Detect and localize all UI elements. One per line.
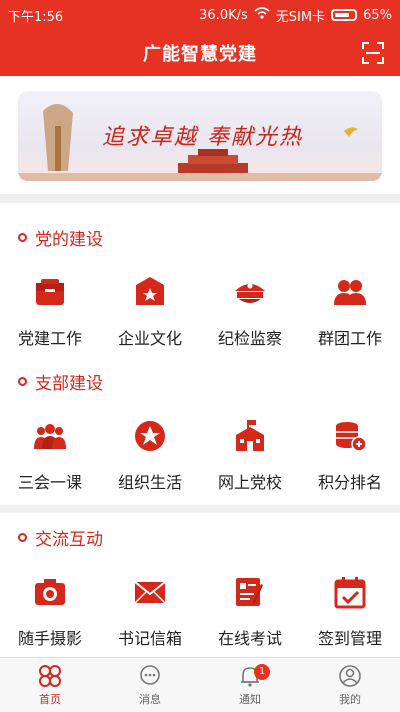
tab-label: 我的 bbox=[339, 692, 361, 706]
menu-item-label: 企业文化 bbox=[117, 329, 182, 348]
star-circle-icon bbox=[135, 421, 165, 451]
menu-item[interactable]: 纪检监察 bbox=[200, 275, 300, 349]
tab-label: 消息 bbox=[139, 692, 161, 706]
meeting-icon bbox=[34, 424, 66, 449]
menu-item[interactable]: 党建工作 bbox=[0, 275, 100, 349]
network-speed: 36.0K/s bbox=[199, 7, 248, 23]
section-dot-icon bbox=[18, 377, 27, 386]
calendar-check-icon bbox=[334, 577, 366, 609]
menu-item[interactable]: 组织生活 bbox=[100, 419, 200, 493]
tab-label: 通知 bbox=[239, 692, 261, 706]
menu-item-label: 三会一课 bbox=[17, 473, 82, 492]
user-icon bbox=[339, 664, 361, 687]
page-title: 广能智慧党建 bbox=[143, 44, 257, 65]
briefcase-icon bbox=[36, 279, 64, 305]
section-branch-building: 支部建设 三会一课 组织生活 网上党校 积分排名 bbox=[0, 357, 400, 505]
sim-status: 无SIM卡 bbox=[275, 9, 326, 25]
menu-item[interactable]: 群团工作 bbox=[300, 275, 400, 349]
group-icon bbox=[334, 280, 366, 305]
section-dot-icon bbox=[18, 533, 27, 542]
exam-icon bbox=[236, 578, 263, 606]
status-time: 下午1:56 bbox=[8, 9, 64, 25]
tab-profile[interactable]: 我的 bbox=[300, 658, 400, 712]
coins-icon bbox=[336, 422, 367, 452]
section-title: 支部建设 bbox=[35, 374, 103, 394]
bottom-tab-bar: 首页 消息 1 通知 我的 bbox=[0, 657, 400, 712]
section-header: 支部建设 bbox=[18, 369, 103, 394]
banner[interactable]: 追求卓越 奉献光热 bbox=[18, 91, 382, 181]
tab-messages[interactable]: 消息 bbox=[100, 658, 200, 712]
tab-home[interactable]: 首页 bbox=[0, 658, 100, 712]
notification-badge: 1 bbox=[254, 664, 270, 680]
menu-item[interactable]: 签到管理 bbox=[300, 575, 400, 649]
section-party-building: 党的建设 党建工作 企业文化 纪检监察 群团工作 bbox=[0, 203, 400, 357]
tab-notifications[interactable]: 1 通知 bbox=[200, 658, 300, 712]
menu-item-label: 签到管理 bbox=[317, 629, 382, 648]
menu-item-label: 书记信箱 bbox=[117, 629, 182, 648]
menu-item[interactable]: 书记信箱 bbox=[100, 575, 200, 649]
status-bar: 下午1:56 36.0K/s 无SIM卡 65% bbox=[0, 0, 400, 30]
camera-icon bbox=[35, 579, 65, 605]
battery-icon bbox=[331, 9, 358, 21]
menu-item[interactable]: 三会一课 bbox=[0, 419, 100, 493]
section-header: 交流互动 bbox=[18, 525, 103, 550]
mail-icon bbox=[134, 581, 166, 604]
battery-level: 65% bbox=[363, 7, 392, 23]
feature-grid: 党建工作 企业文化 纪检监察 群团工作 bbox=[0, 275, 400, 349]
menu-item-label: 积分排名 bbox=[317, 473, 382, 492]
menu-item[interactable]: 企业文化 bbox=[100, 275, 200, 349]
chat-icon bbox=[140, 664, 160, 685]
menu-item-label: 群团工作 bbox=[317, 329, 382, 348]
app-header: 广能智慧党建 bbox=[0, 30, 400, 76]
banner-area: 追求卓越 奉献光热 bbox=[0, 76, 400, 194]
menu-item[interactable]: 积分排名 bbox=[300, 419, 400, 493]
menu-item-label: 随手摄影 bbox=[17, 629, 82, 648]
menu-item-label: 党建工作 bbox=[17, 329, 82, 348]
tab-label: 首页 bbox=[39, 692, 61, 706]
feature-grid: 三会一课 组织生活 网上党校 积分排名 bbox=[0, 419, 400, 493]
home-grid-icon bbox=[39, 664, 61, 687]
shield-star-icon bbox=[136, 277, 164, 305]
menu-item-label: 组织生活 bbox=[117, 473, 182, 492]
section-dot-icon bbox=[18, 233, 27, 242]
section-title: 交流互动 bbox=[35, 530, 103, 550]
scan-icon[interactable] bbox=[362, 42, 384, 64]
section-header: 党的建设 bbox=[18, 225, 103, 250]
status-indicators: 36.0K/s 无SIM卡 65% bbox=[199, 6, 392, 25]
police-cap-icon bbox=[235, 283, 265, 303]
menu-item[interactable]: 随手摄影 bbox=[0, 575, 100, 649]
section-communication: 交流互动 随手摄影 书记信箱 在线考试 签到管理 bbox=[0, 513, 400, 657]
school-icon bbox=[236, 420, 264, 451]
feature-grid: 随手摄影 书记信箱 在线考试 签到管理 bbox=[0, 575, 400, 649]
menu-item-label: 在线考试 bbox=[217, 629, 282, 648]
menu-item-label: 网上党校 bbox=[217, 473, 282, 492]
banner-slogan: 追求卓越 奉献光热 bbox=[102, 125, 303, 150]
menu-item-label: 纪检监察 bbox=[217, 329, 282, 348]
section-title: 党的建设 bbox=[35, 230, 103, 250]
menu-item[interactable]: 网上党校 bbox=[200, 419, 300, 493]
wifi-icon bbox=[254, 7, 270, 23]
menu-item[interactable]: 在线考试 bbox=[200, 575, 300, 649]
